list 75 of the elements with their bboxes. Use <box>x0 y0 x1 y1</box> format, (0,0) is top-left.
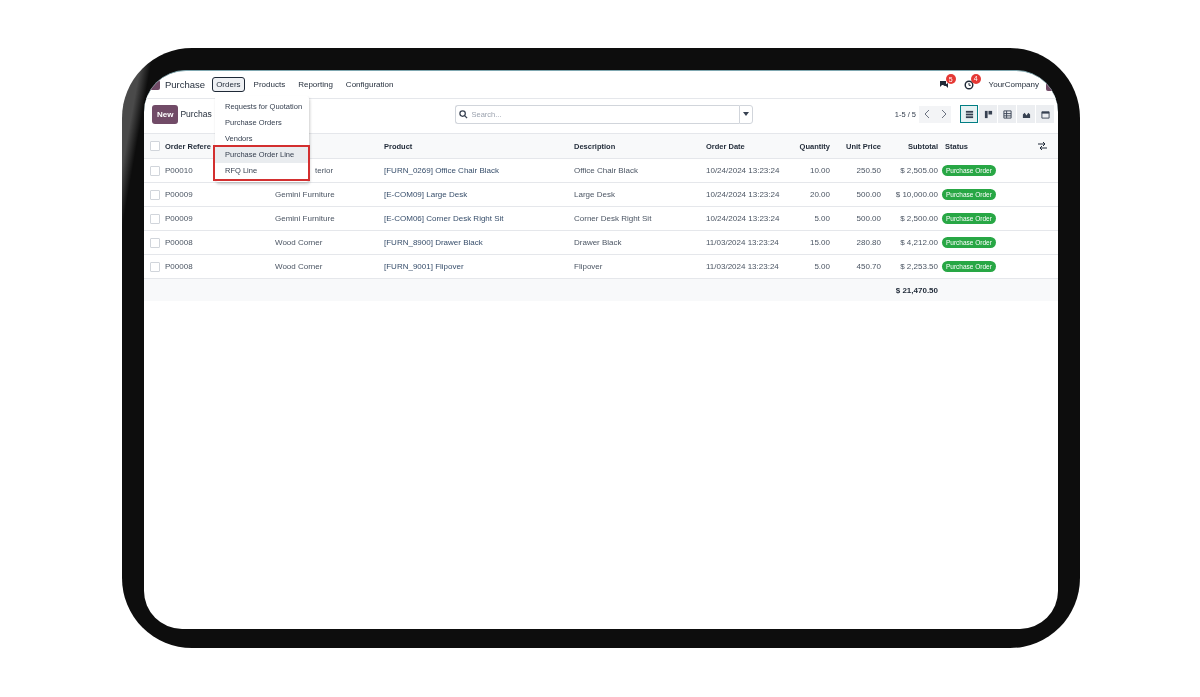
company-name[interactable]: YourCompany <box>988 80 1039 89</box>
view-switch-button[interactable] <box>979 105 997 123</box>
table-cell: 10.00 <box>809 166 830 175</box>
checkbox[interactable] <box>150 189 160 200</box>
table-cell: 5.00 <box>814 262 830 271</box>
table-cell: Gemini Furniture <box>275 190 335 199</box>
view-switch-button[interactable] <box>1036 105 1054 123</box>
view-switch-button[interactable] <box>998 105 1016 123</box>
checkbox[interactable] <box>150 237 160 248</box>
table-cell: P00008 <box>165 262 193 271</box>
table-cell: Office Chair Black <box>574 166 638 175</box>
menu-item[interactable]: Configuration <box>341 77 398 92</box>
table-cell: 10/24/2024 13:23:24 <box>706 190 780 199</box>
table-cell: P00009 <box>165 214 193 223</box>
table-cell: Flipover <box>574 262 603 271</box>
table-cell: Large Desk <box>574 190 615 199</box>
caret-icon <box>743 112 750 116</box>
app-name[interactable]: Purchase <box>165 79 206 90</box>
chat-icon[interactable] <box>938 80 949 89</box>
checkbox[interactable] <box>150 213 160 224</box>
table-cell: 450.70 <box>856 262 881 271</box>
table-cell: [E-COM06] Corner Desk Right Sit <box>384 214 504 223</box>
table-cell: 11/03/2024 13:23:24 <box>706 238 779 247</box>
table-cell: Drawer Black <box>574 238 622 247</box>
table-cell: $ 10,000.00 <box>895 190 938 199</box>
table-cell: 500.00 <box>856 190 881 199</box>
column-settings-icon[interactable] <box>1038 142 1047 150</box>
table-cell: terior <box>315 166 334 175</box>
table-cell: 15.00 <box>809 238 830 247</box>
new-button[interactable]: New <box>152 104 179 124</box>
table-cell: 11/03/2024 13:23:24 <box>706 262 779 271</box>
total-amount: $ 21,470.50 <box>895 285 938 295</box>
search-icon <box>459 109 469 119</box>
calendar-icon <box>1040 109 1050 119</box>
breadcrumb: Purchas <box>180 109 212 119</box>
table-cell: P00010 <box>165 166 193 175</box>
chevron-right-icon <box>940 110 946 118</box>
table-cell: 5.00 <box>814 214 830 223</box>
checkbox[interactable] <box>150 261 160 272</box>
table-cell: Corner Desk Right Sit <box>574 214 652 223</box>
previous-button[interactable] <box>919 105 935 123</box>
table-cell: [FURN_8900] Drawer Black <box>384 238 483 247</box>
table-cell: Gemini Furniture <box>275 214 335 223</box>
menu-item[interactable]: Reporting <box>294 77 337 92</box>
kanban-icon <box>983 109 993 119</box>
table-cell: $ 2,253.50 <box>900 262 938 271</box>
dropdown-toggle[interactable] <box>739 104 754 124</box>
checkbox[interactable] <box>150 141 160 151</box>
table-cell: 10/24/2024 13:23:24 <box>706 214 780 223</box>
table-cell: 10/24/2024 13:23:24 <box>706 166 780 175</box>
table-cell: 20.00 <box>809 190 830 199</box>
app-icon <box>150 79 160 90</box>
table-cell: [E-COM09] Large Desk <box>384 190 468 199</box>
next-button[interactable] <box>935 105 951 123</box>
menu-item[interactable]: Products <box>249 77 290 92</box>
view-switch-button[interactable] <box>960 105 978 123</box>
checkbox[interactable] <box>150 165 160 176</box>
table-cell: [FURN_9001] Flipover <box>384 262 464 271</box>
table-cell: Wood Corner <box>275 238 323 247</box>
clock-icon[interactable] <box>963 79 974 90</box>
menu-item[interactable]: Orders <box>212 77 245 92</box>
table-icon <box>1002 109 1012 119</box>
table-cell: 250.50 <box>856 166 881 175</box>
list-icon <box>964 109 974 119</box>
table-cell: 500.00 <box>856 214 881 223</box>
table-cell: P00008 <box>165 238 193 247</box>
table-cell: $ 2,500.00 <box>900 214 938 223</box>
table-cell: $ 4,212.00 <box>900 238 938 247</box>
view-switch-button[interactable] <box>1017 105 1035 123</box>
table-cell: P00009 <box>165 190 193 199</box>
table-cell: $ 2,505.00 <box>900 166 938 175</box>
table-cell: 280.80 <box>856 238 881 247</box>
chevron-left-icon <box>924 110 930 118</box>
table-cell: [FURN_0269] Office Chair Black <box>384 166 499 175</box>
table-cell: Wood Corner <box>275 262 323 271</box>
